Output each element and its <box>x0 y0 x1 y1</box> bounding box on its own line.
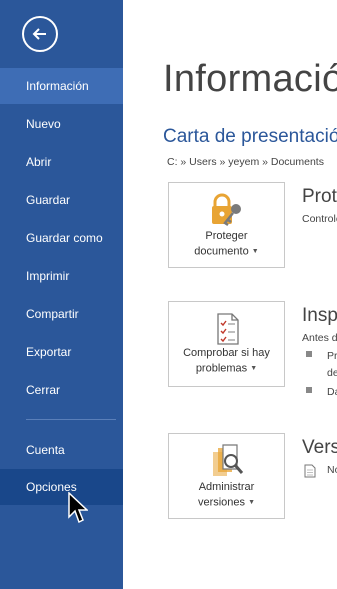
sidebar-item-guardar[interactable]: Guardar <box>0 182 123 218</box>
sidebar-item-cuenta[interactable]: Cuenta <box>0 432 123 468</box>
inspect-heading: Inspeccionar documento <box>302 305 337 326</box>
sidebar-item-guardar-como[interactable]: Guardar como <box>0 220 123 256</box>
protect-document-button[interactable]: Proteger documento ▼ <box>168 182 285 268</box>
check-issues-label-2: problemas <box>195 362 248 375</box>
bullet-icon <box>306 387 312 393</box>
manage-versions-label-1: Administrar <box>198 481 255 493</box>
back-arrow-icon <box>32 28 46 40</box>
check-issues-button[interactable]: Comprobar si hay problemas ▼ <box>168 301 285 387</box>
versions-heading: Versiones <box>302 437 337 458</box>
sidebar-divider <box>26 419 116 420</box>
caret-down-icon: ▼ <box>248 499 256 506</box>
sidebar-item-informacion[interactable]: Información <box>0 68 123 104</box>
document-path[interactable]: C: » Users » yeyem » Documents <box>167 156 324 168</box>
back-button[interactable] <box>22 16 58 52</box>
info-panel: Información Carta de presentación C: » U… <box>123 0 337 589</box>
sidebar-item-compartir[interactable]: Compartir <box>0 296 123 332</box>
inspect-description: Antes de publicar este archivo, tenga en… <box>302 332 337 344</box>
lock-key-icon <box>212 193 241 227</box>
caret-down-icon: ▼ <box>250 365 258 372</box>
sidebar-item-opciones[interactable]: Opciones <box>0 469 123 505</box>
manage-versions-label-2: versiones <box>197 496 246 509</box>
inspect-bullet-2: Datos XML personalizados <box>327 386 337 398</box>
mouse-pointer-icon <box>68 492 88 524</box>
document-search-icon <box>213 444 244 476</box>
page-title: Información <box>163 58 337 100</box>
manage-versions-button[interactable]: Administrar versiones ▼ <box>168 433 285 519</box>
inspect-bullet-1-line-2: de su autor <box>327 367 337 379</box>
caret-down-icon: ▼ <box>251 248 259 255</box>
backstage-sidebar: Información Nuevo Abrir Guardar Guardar … <box>0 0 123 589</box>
document-title: Carta de presentación <box>163 126 337 147</box>
protect-heading: Proteger documento <box>302 186 337 207</box>
bullet-icon <box>306 351 312 357</box>
versions-description: No hay versiones anteriores de este arch… <box>327 464 337 476</box>
sidebar-item-exportar[interactable]: Exportar <box>0 334 123 370</box>
protect-button-label-1: Proteger <box>205 230 248 242</box>
inspect-bullet-1-line-1: Propiedades del documento y <box>327 350 337 362</box>
sidebar-item-imprimir[interactable]: Imprimir <box>0 258 123 294</box>
sidebar-item-nuevo[interactable]: Nuevo <box>0 106 123 142</box>
sidebar-item-abrir[interactable]: Abrir <box>0 144 123 180</box>
protect-button-label-2: documento <box>194 245 249 258</box>
sidebar-item-cerrar[interactable]: Cerrar <box>0 372 123 408</box>
checklist-icon <box>217 313 239 345</box>
protect-description: Controle qué tipos de cambios pueden rea… <box>302 213 337 225</box>
document-icon <box>304 464 316 478</box>
check-issues-label-1: Comprobar si hay <box>183 347 270 359</box>
